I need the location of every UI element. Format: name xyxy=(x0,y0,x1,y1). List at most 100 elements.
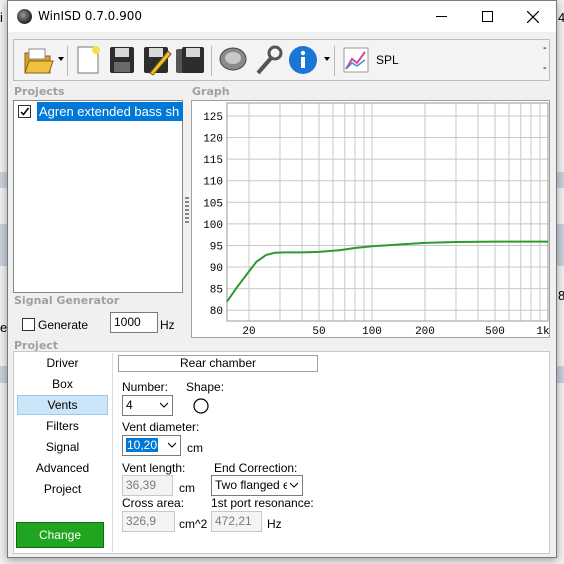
save-icon xyxy=(110,47,134,73)
y-tick-label: 80 xyxy=(210,306,223,318)
number-select[interactable]: 4 xyxy=(122,395,173,416)
chevron-down-icon xyxy=(160,402,168,408)
tools-button[interactable] xyxy=(252,43,284,77)
maximize-button[interactable] xyxy=(464,1,510,32)
toolbar: SPL - - xyxy=(13,39,550,81)
number-value: 4 xyxy=(126,398,133,412)
side-item-vents[interactable]: Vents xyxy=(17,395,108,415)
number-label: Number: xyxy=(122,380,169,394)
x-tick-label: 500 xyxy=(485,326,505,337)
y-tick-label: 105 xyxy=(203,198,223,210)
driver-icon xyxy=(219,47,247,71)
splitter-grip[interactable] xyxy=(185,197,189,225)
generate-checkbox[interactable] xyxy=(22,318,35,331)
x-tick-label: 1k xyxy=(536,326,549,337)
y-tick-label: 125 xyxy=(203,112,223,124)
info-icon xyxy=(289,46,317,74)
cross-area-label: Cross area: xyxy=(122,496,185,510)
tools-icon xyxy=(256,45,283,75)
vent-diameter-label: Vent diameter: xyxy=(122,420,200,434)
chevron-down-icon xyxy=(290,482,298,488)
driver-button[interactable] xyxy=(217,43,249,77)
y-tick-label: 95 xyxy=(210,241,223,253)
y-tick-label: 85 xyxy=(210,285,223,297)
toolbar-grip: - xyxy=(543,42,547,54)
section-title: Rear chamber xyxy=(118,355,318,372)
port-resonance-field: 472,21 xyxy=(211,511,262,532)
frequency-input[interactable]: 1000 xyxy=(110,312,158,333)
signal-generator-label: Signal Generator xyxy=(14,294,120,307)
vent-length-field: 36,39 xyxy=(122,475,173,496)
project-item[interactable]: Agren extended bass sh xyxy=(37,102,183,121)
y-tick-label: 120 xyxy=(203,134,223,146)
chevron-down-icon[interactable] xyxy=(58,57,64,61)
vent-length-label: Vent length: xyxy=(122,461,186,475)
cross-area-field: 326,9 xyxy=(122,511,175,532)
toolbar-separator xyxy=(334,46,335,76)
side-item-project[interactable]: Project xyxy=(17,479,108,499)
y-tick-label: 110 xyxy=(203,177,223,189)
background-text: 4 xyxy=(558,10,564,25)
y-tick-label: 90 xyxy=(210,263,223,275)
projects-list[interactable]: Agren extended bass sh xyxy=(13,100,183,293)
generate-label: Generate xyxy=(38,318,89,332)
x-tick-label: 20 xyxy=(242,326,255,337)
port-resonance-label: 1st port resonance: xyxy=(211,496,314,510)
round-shape-icon[interactable] xyxy=(192,397,210,415)
end-correction-select[interactable]: Two flanged e xyxy=(211,475,303,496)
vent-diameter-value: 10,20 xyxy=(126,438,159,452)
edit-icon xyxy=(144,47,172,76)
y-tick-label: 115 xyxy=(203,155,223,167)
end-correction-label: End Correction: xyxy=(214,461,298,475)
open-button[interactable] xyxy=(22,43,54,77)
app-icon xyxy=(17,9,32,24)
toolbar-separator xyxy=(211,46,212,76)
y-tick-label: 100 xyxy=(203,220,223,232)
background-text: 8 xyxy=(558,288,564,303)
side-item-filters[interactable]: Filters xyxy=(17,416,108,436)
x-tick-label: 100 xyxy=(362,326,382,337)
graph-panel[interactable]: 125 120 115 110 105 100 95 90 85 80 20 50 100 200 500 1… xyxy=(191,100,550,338)
side-item-box[interactable]: Box xyxy=(17,374,108,394)
project-checkbox[interactable] xyxy=(18,105,31,118)
project-panel: Driver Box Vents Filters Signal Advanced… xyxy=(13,351,550,554)
new-button[interactable] xyxy=(72,43,104,77)
spl-chart-icon xyxy=(343,47,369,73)
minimize-button[interactable] xyxy=(418,1,464,32)
close-button[interactable] xyxy=(510,1,556,32)
chevron-down-icon xyxy=(168,442,176,448)
toolbar-grip: - xyxy=(543,62,547,74)
cross-area-unit: cm^2 xyxy=(179,517,208,531)
background-text: i xyxy=(0,10,3,25)
save-button[interactable] xyxy=(106,43,138,77)
spl-label: SPL xyxy=(376,53,399,67)
minimize-icon xyxy=(435,16,447,17)
projects-label: Projects xyxy=(14,85,65,98)
checkmark-icon xyxy=(20,107,30,116)
title-bar[interactable]: WinISD 0.7.0.900 xyxy=(8,1,556,32)
save-all-icon xyxy=(176,47,204,73)
window-title: WinISD 0.7.0.900 xyxy=(38,9,143,23)
x-tick-label: 200 xyxy=(415,326,435,337)
side-item-signal[interactable]: Signal xyxy=(17,437,108,457)
save-all-button[interactable] xyxy=(174,43,206,77)
vent-diameter-select[interactable]: 10,20 xyxy=(122,435,181,456)
maximize-icon xyxy=(481,11,493,22)
new-icon xyxy=(77,46,100,74)
info-button[interactable] xyxy=(287,43,319,77)
winisd-window: WinISD 0.7.0.900 SPL - - Projects Agren … xyxy=(7,0,557,558)
edit-button[interactable] xyxy=(140,43,172,77)
end-correction-value: Two flanged e xyxy=(215,478,287,492)
vents-panel: Rear chamber Number: 4 Shape: Vent diame… xyxy=(112,353,548,552)
open-icon xyxy=(24,48,54,74)
x-tick-label: 50 xyxy=(312,326,325,337)
spl-button[interactable]: SPL xyxy=(341,43,411,77)
chevron-down-icon[interactable] xyxy=(324,57,330,61)
spl-chart: 125 120 115 110 105 100 95 90 85 80 20 50 100 200 500 1… xyxy=(203,102,550,338)
side-item-advanced[interactable]: Advanced xyxy=(17,458,108,478)
vent-diameter-unit: cm xyxy=(187,441,203,455)
shape-label: Shape: xyxy=(186,380,225,394)
side-item-driver[interactable]: Driver xyxy=(17,353,108,373)
frequency-unit: Hz xyxy=(160,318,175,332)
change-button[interactable]: Change xyxy=(16,522,104,548)
